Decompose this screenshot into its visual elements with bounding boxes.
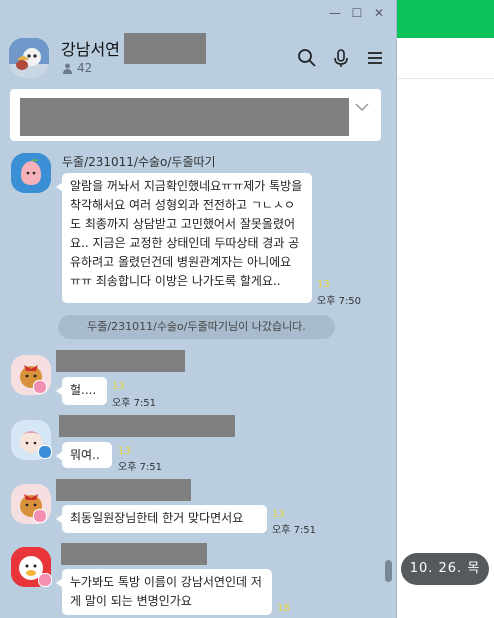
room-title: 강남서연	[61, 40, 120, 59]
message-bubble[interactable]: 헐....	[56, 377, 107, 405]
system-message: 두줄/231011/수술o/두줄따기님이 나갔습니다.	[58, 315, 335, 339]
unread-count: 13	[112, 381, 125, 392]
minimize-button[interactable]: —	[324, 4, 346, 22]
chat-header: 강남서연 42	[0, 24, 396, 86]
background-header-bar	[397, 0, 494, 38]
unread-count: 13	[317, 279, 330, 290]
redacted-notice	[20, 98, 349, 136]
member-count[interactable]: 42	[62, 61, 92, 75]
redacted-name	[56, 350, 185, 372]
divider	[397, 78, 494, 79]
unread-count: 13	[272, 509, 285, 520]
maximize-button[interactable]: ☐	[346, 4, 368, 22]
message-bubble[interactable]: 뭐여..	[56, 442, 112, 468]
sender-name: 두줄/231011/수술o/두줄따기	[62, 155, 216, 169]
date-indicator: 10. 26. 목	[401, 553, 489, 585]
redacted-name	[61, 543, 207, 565]
message-time: 오후 7:51	[272, 525, 317, 536]
search-icon[interactable]	[297, 48, 317, 68]
redacted-title	[124, 33, 206, 64]
avatar[interactable]	[11, 153, 51, 193]
message-time: 오후 7:51	[118, 462, 163, 473]
message-time: 오후 7:51	[112, 398, 157, 409]
unread-count: 13	[118, 446, 131, 457]
notice-banner[interactable]	[10, 89, 381, 141]
redacted-name	[59, 415, 235, 437]
room-avatar[interactable]	[9, 38, 49, 78]
crown-badge-icon	[33, 509, 47, 523]
chevron-down-icon[interactable]	[355, 102, 369, 112]
crown-badge-icon	[38, 573, 52, 587]
redacted-name	[56, 479, 191, 501]
window-controls: — ☐ ✕	[324, 4, 390, 22]
unread-count: 18	[277, 603, 290, 614]
chat-window: — ☐ ✕ 강남서연 42 두줄/231011/수술o/두줄따기 알람을 꺼놔서…	[0, 0, 397, 618]
close-button[interactable]: ✕	[368, 4, 390, 22]
member-count-value: 42	[77, 61, 93, 75]
message-time: 오후 7:50	[317, 296, 362, 307]
crown-badge-icon	[38, 445, 52, 459]
person-icon	[63, 63, 72, 74]
microphone-icon[interactable]	[331, 48, 351, 68]
message-bubble[interactable]: 최동일원장님한테 한거 맞다면서요	[56, 505, 267, 533]
message-bubble[interactable]: 누가봐도 톡방 이름이 강남서연인데 저게 말이 되는 변명인가요	[56, 569, 272, 615]
message-bubble[interactable]: 알람을 꺼놔서 지금확인했네요ㅠㅠ제가 톡방을 착각해서요 여러 성형외과 전전…	[56, 173, 312, 303]
crown-badge-icon	[33, 380, 47, 394]
menu-icon[interactable]	[365, 48, 385, 68]
background-window	[397, 0, 494, 618]
header-actions	[297, 48, 385, 68]
scrollbar-thumb[interactable]	[385, 560, 392, 582]
